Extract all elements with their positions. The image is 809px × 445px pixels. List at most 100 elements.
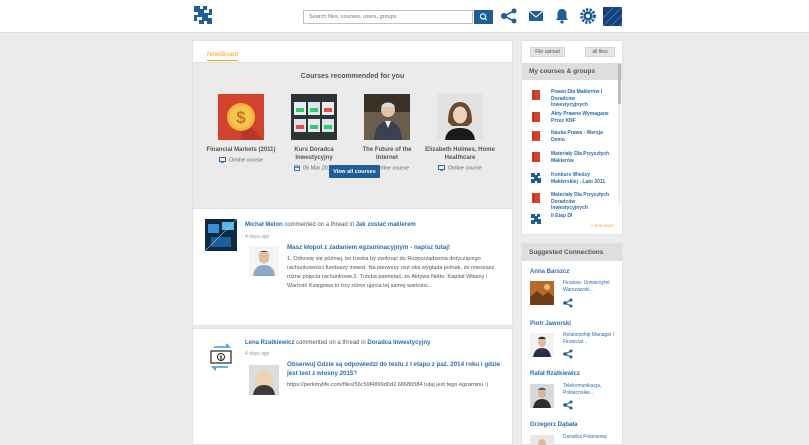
course-meta-text: Online course: [229, 157, 263, 164]
connection-name[interactable]: Piotr Jaworski: [530, 321, 571, 327]
post-title[interactable]: Masz kłopot z zadaniem egzaminacyjnym - …: [287, 243, 502, 252]
course-thumbnail[interactable]: $: [218, 94, 264, 140]
feed-timestamp: 4 days ago: [245, 234, 270, 240]
thread-link[interactable]: Jak zostać maklerem: [356, 222, 416, 228]
group-label[interactable]: II Etap DI: [551, 213, 572, 220]
connection-photo[interactable]: [530, 333, 554, 357]
feed-header: Michał Melon commented on a thread in Ja…: [245, 222, 416, 228]
tab-newsboard[interactable]: NewsBoard: [207, 41, 239, 61]
connect-icon[interactable]: [563, 400, 573, 410]
money-exchange-icon: $: [205, 341, 237, 373]
book-icon: [532, 112, 540, 122]
feed-header: Lena Rzatkiewicz commented on a thread i…: [245, 340, 430, 346]
commenter-avatar[interactable]: [249, 246, 279, 276]
commenter-avatar[interactable]: [249, 365, 279, 395]
logo-icon: [531, 173, 541, 183]
course-card[interactable]: Kurs Doradca Inwestycyjny 05 Mar 2016: [279, 94, 349, 171]
person-photo: [249, 246, 279, 276]
newsboard-tabs: NewsBoard: [193, 41, 512, 63]
course-meta: Online course: [206, 157, 276, 163]
portrait-photo: [437, 94, 483, 140]
monitor-icon: [219, 157, 227, 164]
monitor-icon: [438, 165, 446, 172]
svg-text:$: $: [220, 355, 223, 361]
my-courses-panel: File upload all files My courses & group…: [521, 40, 623, 235]
connection-name[interactable]: Anna Barszcz: [530, 269, 569, 275]
gear-icon[interactable]: [579, 7, 597, 25]
connect-icon[interactable]: [563, 298, 573, 308]
author-link[interactable]: Michał Melon: [245, 222, 283, 228]
search-button[interactable]: [474, 10, 493, 24]
top-navigation-bar: [0, 0, 809, 33]
feed-item: $ Lena Rzatkiewicz commented on a thread…: [192, 328, 513, 445]
thread-link[interactable]: Doradca Inwestycyjny: [367, 340, 430, 346]
group-label[interactable]: Prawo Dla Maklerów I Doradców Inwestycyj…: [551, 89, 612, 109]
course-title[interactable]: Kurs Doradca Inwestycyjny: [279, 146, 349, 162]
course-title[interactable]: Elizabeth Holmes, Home Healthcare: [425, 146, 495, 162]
bell-icon[interactable]: [553, 7, 571, 25]
all-files-button[interactable]: all files: [585, 47, 615, 57]
recommended-courses: Courses recommended for you $ Financial …: [193, 63, 512, 207]
connection-photo[interactable]: [530, 434, 554, 445]
course-card[interactable]: Elizabeth Holmes, Home Healthcare Online…: [425, 94, 495, 171]
course-meta-text: Online course: [448, 165, 482, 172]
course-title[interactable]: The Future of the Internet: [352, 146, 422, 162]
calendar-icon: [294, 165, 300, 171]
book-icon: [532, 193, 540, 203]
group-label[interactable]: Akty Prawne Wymagane Przez KNF: [551, 111, 612, 124]
course-card[interactable]: The Future of the Internet Online course: [352, 94, 422, 171]
post-title[interactable]: Obserwuj Gdzie są odpowiedzi do testu z …: [287, 360, 502, 378]
see-more-link[interactable]: » See more: [591, 223, 614, 228]
thread-thumbnail[interactable]: $: [205, 341, 237, 373]
svg-text:$: $: [236, 108, 246, 127]
connections-icon[interactable]: [500, 7, 518, 25]
recommended-title: Courses recommended for you: [300, 73, 405, 80]
connect-icon[interactable]: [563, 349, 573, 359]
file-upload-button[interactable]: File upload: [530, 47, 565, 57]
user-avatar[interactable]: [603, 7, 622, 26]
stock-tickers-image: [291, 94, 337, 140]
connection-name[interactable]: Rafał Rzatkiewicz: [530, 371, 580, 377]
main-column: NewsBoard Courses recommended for you $ …: [192, 40, 513, 445]
feed-action-text: commented on a thread in: [282, 222, 356, 228]
group-label[interactable]: Nauka Prawa - Wersja Demo: [551, 130, 612, 143]
course-title[interactable]: Financial Markets (2011): [206, 146, 276, 154]
landscape-photo: [530, 281, 554, 305]
feed-item: Michał Melon commented on a thread in Ja…: [192, 208, 513, 326]
connection-description: Finanse, Uniwersytet Warszawski...: [563, 280, 610, 293]
suggested-connections-panel: Suggested Connections Anna Barszcz Finan…: [521, 243, 623, 445]
search-input[interactable]: [303, 10, 473, 24]
speaker-photo: [364, 94, 410, 140]
logo-icon[interactable]: [193, 5, 213, 25]
book-icon: [532, 90, 540, 100]
connection-photo[interactable]: [530, 384, 554, 408]
group-label[interactable]: Materiały Dla Przyszłych Doradców Inwest…: [551, 192, 612, 212]
group-label[interactable]: Materiały Dla Przyszłych Maklerów: [551, 151, 612, 164]
course-thumbnail[interactable]: [291, 94, 337, 140]
feed-action-text: commented on a thread in: [294, 340, 368, 346]
connection-photo[interactable]: [530, 281, 554, 305]
avatar-pattern-icon: [603, 7, 622, 26]
network-image: [205, 219, 237, 251]
connection-description: Relationship Manager / Financial...: [563, 332, 615, 345]
post-excerpt: 1. Odnosię się później, bo trzeba by zwr…: [287, 256, 495, 289]
thread-thumbnail[interactable]: [205, 219, 237, 251]
course-card[interactable]: $ Financial Markets (2011) Online course: [206, 94, 276, 163]
course-thumbnail[interactable]: [364, 94, 410, 140]
mail-icon[interactable]: [527, 7, 545, 25]
groups-scrollbar-thumb[interactable]: [618, 64, 621, 104]
author-link[interactable]: Lena Rzatkiewicz: [245, 340, 294, 346]
course-meta-text: Online course: [375, 165, 409, 172]
connection-description: Telekomunikacja, Politechnike...: [563, 383, 602, 396]
person-photo: [530, 435, 554, 445]
my-courses-title: My courses & groups: [522, 63, 622, 80]
suggested-connections-title: Suggested Connections: [522, 244, 622, 261]
connection-description: Doradca Finansowy: [563, 434, 608, 440]
book-icon: [532, 131, 540, 141]
person-photo: [530, 333, 554, 357]
person-photo: [249, 365, 279, 395]
course-thumbnail[interactable]: [437, 94, 483, 140]
connection-name[interactable]: Grzegorz Dąbała: [530, 422, 577, 428]
view-all-courses-button[interactable]: View all courses: [329, 165, 380, 178]
group-label[interactable]: Konkurs Wiedzy Maklerskiej - Lato 2011: [551, 172, 612, 185]
